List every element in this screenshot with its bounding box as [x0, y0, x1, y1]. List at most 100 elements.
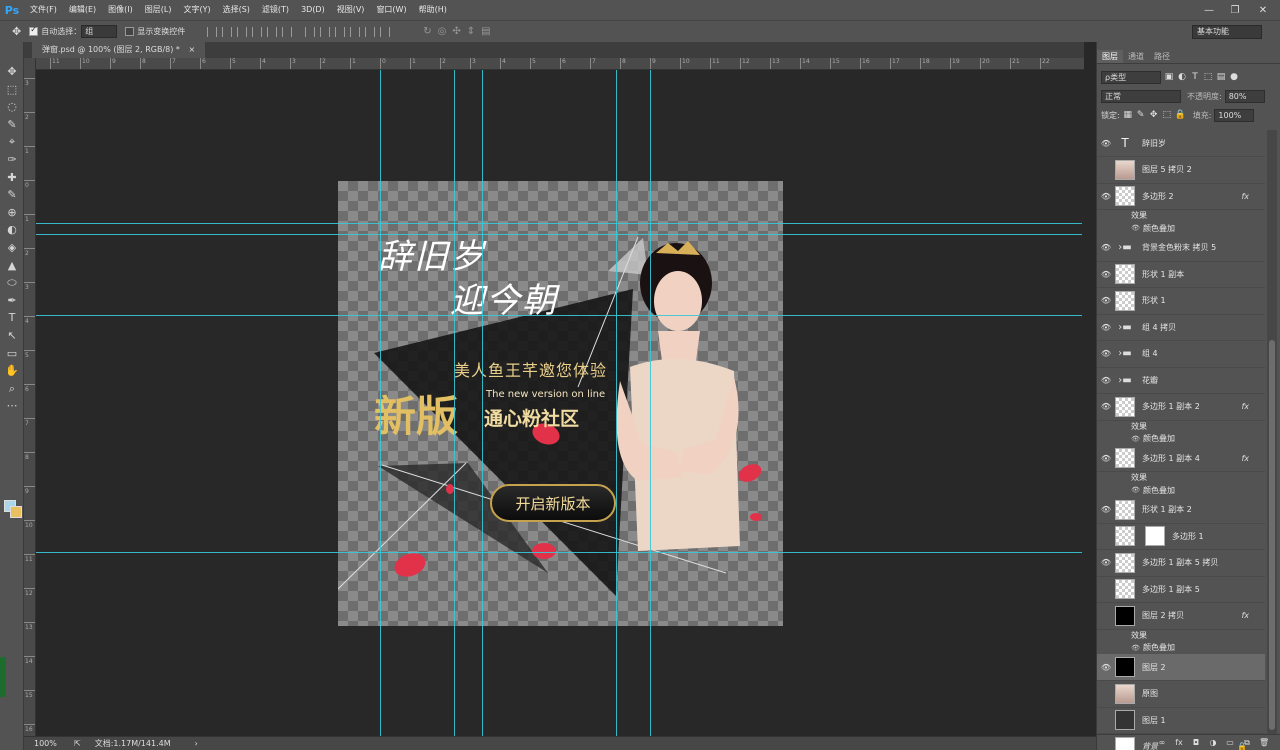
menu-item[interactable]: 图像(I) — [102, 0, 139, 20]
lock-position-icon[interactable]: ✥ — [1149, 110, 1159, 120]
layer-row[interactable]: 👁 ›▬ 花瓣 — [1097, 367, 1265, 394]
align-right-icon[interactable] — [282, 26, 293, 37]
guide-vertical[interactable] — [380, 70, 381, 736]
tool-icon[interactable]: ✋ — [4, 363, 20, 379]
guide-horizontal[interactable] — [36, 552, 1082, 553]
layer-effect-row[interactable]: 👁 颜色叠加 — [1097, 642, 1265, 654]
layer-effect-row[interactable]: 效果 — [1097, 472, 1265, 484]
lock-pixels-icon[interactable]: ✎ — [1136, 110, 1146, 120]
menu-item[interactable]: 文件(F) — [24, 0, 63, 20]
panel-footer-icon[interactable]: 🗑 — [1259, 738, 1269, 748]
tool-icon[interactable]: ⬭ — [4, 275, 20, 291]
3d-pan-icon[interactable]: ✣ — [452, 26, 460, 37]
layer-visibility-icon[interactable]: 👁 — [1097, 402, 1115, 411]
tool-icon[interactable]: ◈ — [4, 240, 20, 256]
scrollbar-thumb[interactable] — [1269, 340, 1275, 730]
vertical-ruler[interactable]: 3 2 1 0 1 2 3 4 5 6 7 8 9 10 11 12 13 14 15 16 — [24, 58, 36, 738]
auto-select-dropdown[interactable]: 组 — [81, 25, 118, 38]
layer-kind-filter[interactable]: ρ类型 — [1101, 70, 1161, 84]
align-left-icon[interactable] — [252, 26, 263, 37]
panel-footer-icon[interactable]: ▭ — [1225, 738, 1235, 748]
auto-select-option[interactable]: 自动选择： 组 — [29, 25, 118, 38]
layer-row[interactable]: 👁 多边形 1 副本 5 拷贝 — [1097, 550, 1265, 577]
layer-effect-row[interactable]: 效果 — [1097, 210, 1265, 222]
layer-visibility-icon[interactable]: 👁 — [1097, 663, 1115, 672]
tool-icon[interactable]: ⬚ — [4, 82, 20, 98]
layer-fx-icon[interactable]: fx — [1241, 192, 1249, 201]
layer-row[interactable]: 👁 形状 1 副本 — [1097, 261, 1265, 288]
horizontal-ruler[interactable]: 11 10 9 8 7 6 5 4 3 2 1 0 1 2 3 4 5 6 7 8 9 10 11 12 13 14 15 16 17 1… — [36, 58, 1084, 70]
layer-row[interactable]: 👁 T 辞旧岁 — [1097, 130, 1265, 157]
background-color-swatch[interactable] — [10, 506, 22, 518]
menu-item[interactable]: 编辑(E) — [63, 0, 102, 20]
filter-smart-icon[interactable]: ▤ — [1216, 72, 1226, 82]
layer-visibility-icon[interactable]: 👁 — [1097, 243, 1115, 252]
panel-footer-icon[interactable]: fx — [1174, 738, 1184, 748]
layer-effect-row[interactable]: 效果 — [1097, 629, 1265, 641]
tool-icon[interactable]: ◌ — [4, 99, 20, 115]
layer-row[interactable]: 👁 ›▬ 背景金色粉末 拷贝 5 — [1097, 235, 1265, 262]
tool-icon[interactable]: ▭ — [4, 346, 20, 362]
layer-row[interactable]: 👁 多边形 1 副本 4 fx — [1097, 445, 1265, 472]
3d-slide-icon[interactable]: ⇕ — [467, 26, 475, 37]
menu-item[interactable]: 滤镜(T) — [256, 0, 295, 20]
panel-footer-icon[interactable]: ◑ — [1208, 738, 1218, 748]
tool-icon[interactable]: ✚ — [4, 170, 20, 186]
folder-icon[interactable]: ›▬ — [1115, 242, 1135, 253]
export-icon[interactable]: ⇱ — [74, 739, 81, 748]
filter-pixel-icon[interactable]: ▣ — [1164, 72, 1174, 82]
layer-visibility-icon[interactable]: 👁 — [1097, 376, 1115, 385]
layer-row[interactable]: 👁 图层 2 — [1097, 654, 1265, 681]
auto-select-checkbox[interactable] — [29, 25, 39, 36]
workspace-dropdown[interactable]: 基本功能 — [1192, 25, 1262, 39]
panel-footer-icon[interactable]: ⧉ — [1242, 738, 1252, 748]
layer-row[interactable]: 图层 1 — [1097, 707, 1265, 734]
layers-scrollbar[interactable] — [1267, 130, 1277, 734]
tool-icon[interactable]: ▲ — [4, 258, 20, 274]
layer-row[interactable]: 图层 2 拷贝 fx — [1097, 603, 1265, 630]
guide-vertical[interactable] — [650, 70, 651, 736]
layer-row[interactable]: 多边形 1 — [1097, 523, 1265, 550]
guide-vertical[interactable] — [454, 70, 455, 736]
guide-vertical[interactable] — [616, 70, 617, 736]
tool-icon[interactable]: ⌕ — [4, 381, 20, 397]
layer-effect-row[interactable]: 效果 — [1097, 420, 1265, 432]
layer-visibility-icon[interactable]: 👁 — [1097, 349, 1115, 358]
menu-item[interactable]: 帮助(H) — [413, 0, 453, 20]
layer-visibility-icon[interactable]: 👁 — [1097, 270, 1115, 279]
distribute-center-icon[interactable] — [365, 26, 376, 37]
layer-row[interactable]: 👁 ›▬ 组 4 拷贝 — [1097, 314, 1265, 341]
status-menu-arrow[interactable]: › — [195, 739, 198, 748]
layer-row[interactable]: 图层 5 拷贝 2 — [1097, 157, 1265, 184]
layer-visibility-icon[interactable]: 👁 — [1097, 558, 1115, 567]
layer-visibility-icon[interactable]: 👁 — [1097, 505, 1115, 514]
canvas-area[interactable]: 辞旧岁 迎今朝 美人鱼王芊邀您体验 新版 The new version on … — [36, 70, 1082, 736]
lock-artboard-icon[interactable]: ⬚ — [1162, 110, 1172, 120]
folder-icon[interactable]: ›▬ — [1115, 375, 1135, 386]
filter-type-icon[interactable]: T — [1190, 72, 1200, 82]
effect-visibility-icon[interactable]: 👁 — [1097, 224, 1143, 232]
lock-transparent-icon[interactable]: ▦ — [1123, 110, 1133, 120]
panel-tab[interactable]: 路径 — [1149, 50, 1175, 63]
3d-rotate-icon[interactable]: ↻ — [423, 26, 431, 37]
tool-icon[interactable]: ✒ — [4, 293, 20, 309]
layer-row[interactable]: 👁 形状 1 副本 2 — [1097, 497, 1265, 524]
tool-icon[interactable]: T — [4, 310, 20, 326]
show-transform-checkbox[interactable] — [125, 27, 135, 36]
layer-row[interactable]: 👁 ›▬ 组 4 — [1097, 341, 1265, 368]
effect-visibility-icon[interactable]: 👁 — [1097, 644, 1143, 652]
tool-icon[interactable]: ◐ — [4, 222, 20, 238]
show-transform-option[interactable]: 显示变换控件 — [125, 26, 185, 37]
layer-visibility-icon[interactable]: 👁 — [1097, 323, 1115, 332]
guide-horizontal[interactable] — [36, 223, 1082, 224]
layer-row[interactable]: 👁 多边形 2 fx — [1097, 183, 1265, 210]
lock-all-icon[interactable]: 🔒 — [1175, 110, 1186, 120]
panel-footer-icon[interactable]: ∞ — [1157, 738, 1167, 748]
layer-visibility-icon[interactable]: 👁 — [1097, 454, 1115, 463]
tool-icon[interactable]: ⊕ — [4, 205, 20, 221]
guide-horizontal[interactable] — [36, 315, 1082, 316]
effect-visibility-icon[interactable]: 👁 — [1097, 435, 1143, 443]
blend-mode-dropdown[interactable]: 正常 — [1101, 89, 1181, 103]
layer-row[interactable]: 原图 — [1097, 681, 1265, 708]
distribute-right-icon[interactable] — [380, 26, 391, 37]
